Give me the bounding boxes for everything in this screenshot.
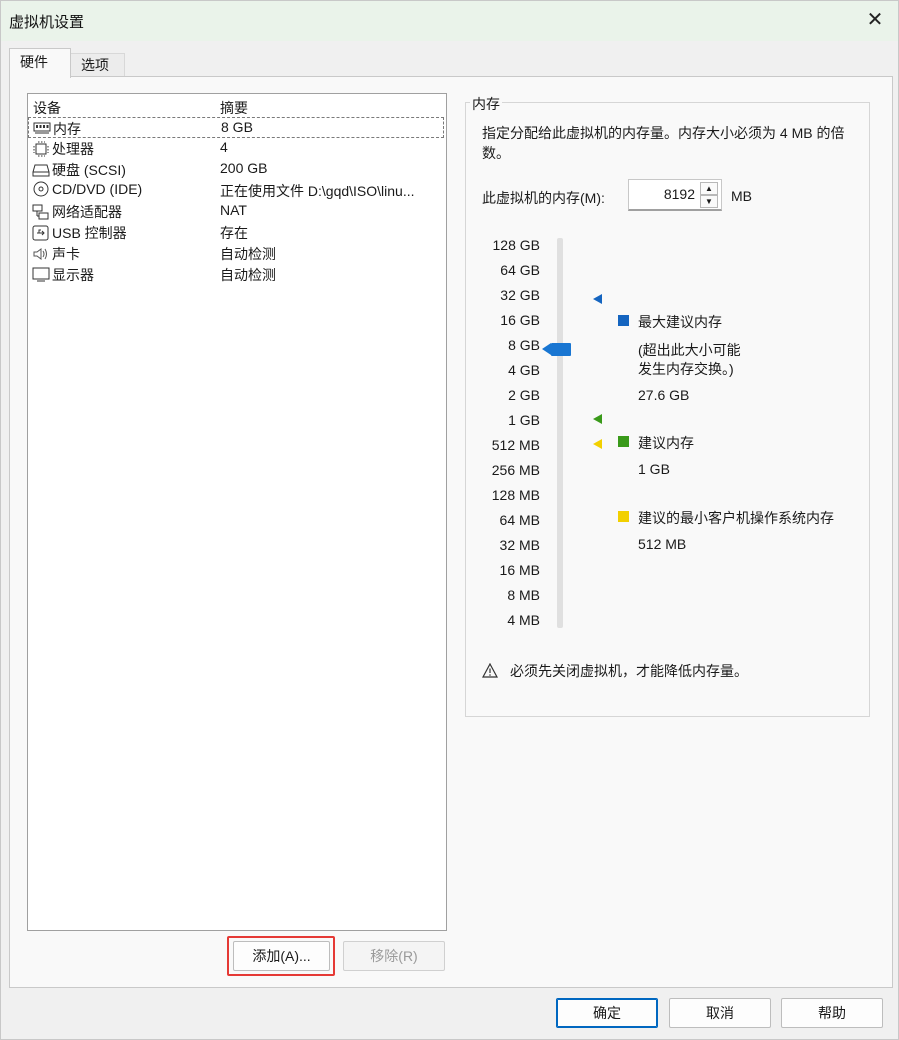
device-row-memory[interactable]: 内存 8 GB <box>28 117 444 138</box>
tab-strip: 硬件 选项 <box>1 41 898 78</box>
memory-scale-label: 128 MB <box>491 487 540 503</box>
tab-hardware[interactable]: 硬件 <box>9 48 71 78</box>
close-button[interactable]: ✕ <box>862 7 888 33</box>
memory-scale-label: 256 MB <box>491 462 540 478</box>
memory-scale-label: 16 GB <box>500 312 540 328</box>
memory-scale-label: 4 GB <box>508 362 540 378</box>
memory-scale-label: 64 GB <box>500 262 540 278</box>
recommended-value: 1 GB <box>638 461 670 477</box>
recommended-legend-icon <box>618 436 629 447</box>
warning-text: 必须先关闭虚拟机，才能降低内存量。 <box>510 663 748 679</box>
memory-scale-label: 512 MB <box>491 437 540 453</box>
cancel-button[interactable]: 取消 <box>669 998 771 1028</box>
device-row-processor[interactable]: 处理器 4 <box>28 138 444 159</box>
device-summary: NAT <box>220 202 247 218</box>
recommended-label: 建议内存 <box>638 435 694 451</box>
device-row-cd-dvd[interactable]: CD/DVD (IDE) 正在使用文件 D:\gqd\ISO\linu... <box>28 180 444 201</box>
tab-options[interactable]: 选项 <box>71 53 125 77</box>
device-name: 声卡 <box>52 246 80 262</box>
memory-warning: 必须先关闭虚拟机，才能降低内存量。 <box>481 661 748 681</box>
memory-scale-label: 32 MB <box>499 537 540 553</box>
device-row-sound-card[interactable]: 声卡 自动检测 <box>28 243 444 264</box>
ok-button[interactable]: 确定 <box>556 998 658 1028</box>
slider-thumb-point[interactable] <box>542 343 551 355</box>
min-guest-legend-icon <box>618 511 629 522</box>
max-recommended-legend-icon <box>618 315 629 326</box>
max-recommended-note-1: (超出此大小可能 <box>638 342 741 358</box>
device-name: CD/DVD (IDE) <box>52 181 143 197</box>
device-name: 硬盘 (SCSI) <box>52 162 126 178</box>
memory-scale-label: 2 GB <box>508 387 540 403</box>
device-summary: 自动检测 <box>220 267 276 283</box>
memory-icon <box>33 121 51 137</box>
device-name: 处理器 <box>52 141 94 157</box>
network-adapter-icon <box>32 204 50 220</box>
device-summary: 正在使用文件 D:\gqd\ISO\linu... <box>220 183 415 199</box>
memory-scale-label: 8 GB <box>508 337 540 353</box>
device-summary: 自动检测 <box>220 246 276 262</box>
memory-slider-thumb[interactable] <box>551 343 571 356</box>
display-icon <box>32 267 50 283</box>
vm-settings-dialog: 虚拟机设置 ✕ 硬件 选项 设备 摘要 内存 8 GB 处理器 4 硬盘 (SC… <box>0 0 899 1040</box>
memory-value[interactable]: 8192 <box>664 186 695 202</box>
device-name: USB 控制器 <box>52 225 127 241</box>
device-summary: 8 GB <box>221 119 253 135</box>
max-recommended-label: 最大建议内存 <box>638 314 722 330</box>
spin-down-icon[interactable]: ▼ <box>700 195 718 208</box>
memory-scale-label: 1 GB <box>508 412 540 428</box>
max-recommended-value: 27.6 GB <box>638 387 690 403</box>
memory-scale-label: 16 MB <box>499 562 540 578</box>
device-summary: 存在 <box>220 225 248 241</box>
help-button[interactable]: 帮助 <box>781 998 883 1028</box>
device-name: 网络适配器 <box>52 204 122 220</box>
recommended-marker-icon <box>593 414 602 424</box>
memory-scale-label: 128 GB <box>492 237 540 253</box>
title-bar: 虚拟机设置 ✕ <box>1 1 898 41</box>
memory-unit: MB <box>731 188 752 204</box>
column-header-device[interactable]: 设备 <box>33 98 61 118</box>
memory-scale-label: 32 GB <box>500 287 540 303</box>
max-recommended-marker-icon <box>593 294 602 304</box>
min-guest-label: 建议的最小客户机操作系统内存 <box>638 510 834 526</box>
hard-disk-icon <box>32 162 50 178</box>
memory-description: 指定分配给此虚拟机的内存量。内存大小必须为 4 MB 的倍数。 <box>482 125 845 161</box>
spin-up-icon[interactable]: ▲ <box>700 182 718 195</box>
device-row-usb[interactable]: USB 控制器 存在 <box>28 222 444 243</box>
min-guest-marker-icon <box>593 439 602 449</box>
window-title: 虚拟机设置 <box>9 14 85 31</box>
processor-icon <box>32 141 50 157</box>
max-recommended-note-2: 发生内存交换。) <box>638 361 734 377</box>
device-summary: 4 <box>220 139 228 155</box>
list-header: 设备 摘要 <box>28 94 446 116</box>
column-header-summary[interactable]: 摘要 <box>220 98 248 118</box>
add-button[interactable]: 添加(A)... <box>233 941 330 971</box>
device-row-hard-disk[interactable]: 硬盘 (SCSI) 200 GB <box>28 159 444 180</box>
warning-icon <box>481 662 500 679</box>
memory-group: 内存 指定分配给此虚拟机的内存量。内存大小必须为 4 MB 的倍数。 此虚拟机的… <box>465 94 870 717</box>
device-name: 显示器 <box>52 267 94 283</box>
memory-scale-label: 8 MB <box>507 587 540 603</box>
cd-dvd-icon <box>32 181 50 197</box>
memory-field-label: 此虚拟机的内存(M): <box>482 190 605 206</box>
hardware-panel: 设备 摘要 内存 8 GB 处理器 4 硬盘 (SCSI) 200 GB CD/… <box>9 76 893 988</box>
memory-spinbox[interactable]: 8192 ▲ ▼ <box>628 179 722 211</box>
device-row-display[interactable]: 显示器 自动检测 <box>28 264 444 285</box>
min-guest-value: 512 MB <box>638 536 687 552</box>
device-summary: 200 GB <box>220 160 268 176</box>
device-name: 内存 <box>53 121 81 137</box>
memory-scale-label: 64 MB <box>499 512 540 528</box>
device-row-network-adapter[interactable]: 网络适配器 NAT <box>28 201 444 222</box>
remove-button[interactable]: 移除(R) <box>343 941 445 971</box>
usb-icon <box>32 225 50 241</box>
device-list[interactable]: 设备 摘要 内存 8 GB 处理器 4 硬盘 (SCSI) 200 GB CD/… <box>27 93 447 931</box>
memory-slider-track[interactable] <box>557 238 563 628</box>
sound-card-icon <box>32 246 50 262</box>
memory-group-title: 内存 <box>470 94 502 114</box>
memory-scale-label: 4 MB <box>507 612 540 628</box>
